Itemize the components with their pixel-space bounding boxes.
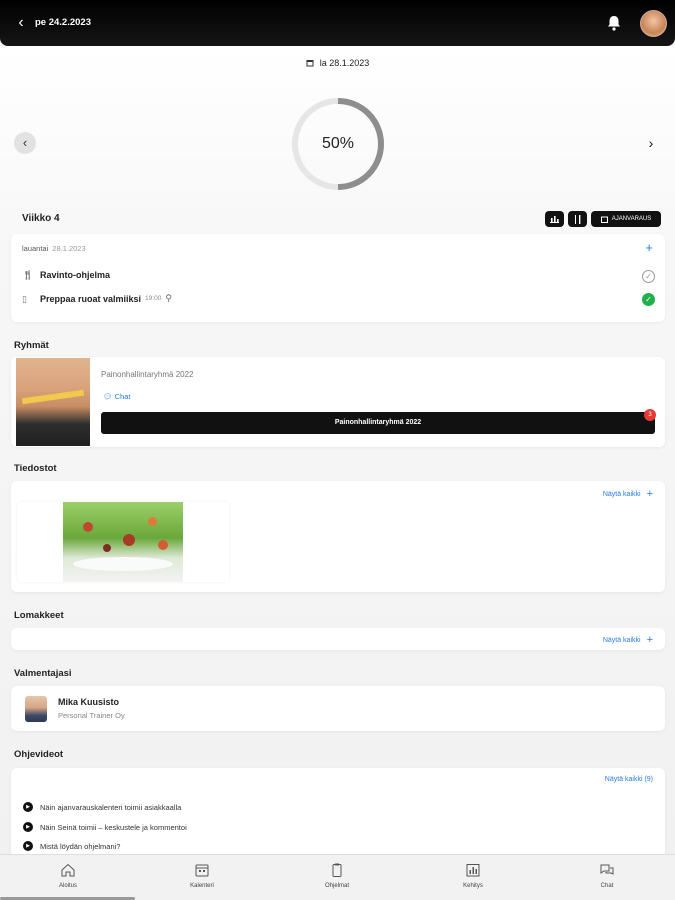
day-header: lauantai 28.1.2023 xyxy=(22,244,86,253)
tab-label: Chat xyxy=(600,883,614,889)
task-checkbox-done[interactable]: ✓ xyxy=(642,293,655,306)
group-chat-label: Chat xyxy=(114,392,131,401)
week-label: Viikko 4 xyxy=(22,213,60,224)
group-notification-badge: 3 xyxy=(644,409,656,421)
coach-avatar xyxy=(25,696,47,722)
group-open-button[interactable]: Painonhallintaryhmä 2022 xyxy=(101,412,655,434)
play-icon: ▶ xyxy=(23,822,33,832)
video-item[interactable]: ▶ Näin Seinä toimii – keskustele ja komm… xyxy=(23,822,187,832)
task-checkbox[interactable]: ✓ xyxy=(642,270,655,283)
progress-date: la 28.1.2023 xyxy=(0,58,675,68)
video-title: Näin Seinä toimii – keskustele ja kommen… xyxy=(40,822,187,832)
day-date: 28.1.2023 xyxy=(52,244,86,253)
back-arrow-icon[interactable]: ‹ xyxy=(12,14,30,32)
header-date-title: pe 24.2.2023 xyxy=(35,17,91,28)
forms-show-all-link[interactable]: Näytä kaikki + xyxy=(603,634,653,646)
tab-home[interactable]: Aloitus xyxy=(28,863,108,889)
forms-card: Näytä kaikki + xyxy=(11,628,665,650)
group-card: Painonhallintaryhmä 2022 💬︎ Chat Painonh… xyxy=(11,357,665,447)
file-thumbnail[interactable] xyxy=(17,502,229,582)
day-weekday: lauantai xyxy=(22,244,49,253)
video-title: Mistä löydän ohjelmani? xyxy=(40,841,121,851)
forms-title: Lomakkeet xyxy=(14,610,64,621)
coach-name: Mika Kuusisto xyxy=(58,697,120,707)
coach-card[interactable]: Mika Kuusisto Personal Trainer Oy xyxy=(11,686,665,731)
task-time: 19:00 xyxy=(145,295,162,302)
task-label: Preppaa ruoat valmiiksi xyxy=(40,293,142,304)
calendar-icon xyxy=(306,60,314,67)
tab-label: Kalenteri xyxy=(190,883,214,889)
booking-button[interactable]: AJANVARAUS xyxy=(591,211,661,227)
week-toolbar: AJANVARAUS xyxy=(545,211,661,227)
plus-icon: + xyxy=(646,634,653,646)
tab-label: Ohjelmat xyxy=(324,883,349,889)
video-title: Näin ajanvarauskalenteri toimii asiakkaa… xyxy=(40,802,182,812)
task-item[interactable]: ▯ Preppaa ruoat valmiiksi 19:00 ⚲ xyxy=(22,293,172,304)
coach-company: Personal Trainer Oy xyxy=(58,711,125,720)
chat-icon xyxy=(600,864,614,875)
files-card: Näytä kaikki + xyxy=(11,481,665,592)
tab-chat[interactable]: Chat xyxy=(567,863,647,889)
play-icon: ▶ xyxy=(23,841,33,851)
paperclip-icon: ⚲ xyxy=(165,293,172,303)
videos-title: Ohjevideot xyxy=(14,749,64,760)
chat-icon: 💬︎ xyxy=(103,392,113,401)
task-item[interactable]: 🍴︎ Ravinto-ohjelma xyxy=(22,270,110,280)
task-label: Ravinto-ohjelma xyxy=(40,270,111,280)
plus-icon: + xyxy=(646,488,653,500)
chart-button[interactable] xyxy=(545,211,564,227)
next-day-button[interactable]: › xyxy=(642,132,660,154)
files-show-all-label: Näytä kaikki xyxy=(602,491,641,498)
group-chat-link[interactable]: 💬︎ Chat xyxy=(103,392,130,401)
tab-calendar[interactable]: Kalenteri xyxy=(162,863,242,889)
chart-icon xyxy=(466,864,480,877)
tab-label: Aloitus xyxy=(58,883,77,889)
bottom-tab-bar: Aloitus Kalenteri Ohjelmat Kehitys Chat xyxy=(0,854,675,900)
salad-image xyxy=(63,502,183,582)
tab-programs[interactable]: Ohjelmat xyxy=(297,863,377,889)
videos-card: Näytä kaikki (9) ▶ Näin ajanvarauskalent… xyxy=(11,768,665,858)
clipboard-icon: ▯ xyxy=(22,293,27,304)
forms-show-all-label: Näytä kaikki xyxy=(602,637,641,644)
calendar-icon xyxy=(600,216,608,223)
progress-percent: 50% xyxy=(321,135,355,152)
booking-label: AJANVARAUS xyxy=(611,216,652,222)
main-content: la 28.1.2023 ‹ › 50% Viikko 4 AJANVARAUS… xyxy=(0,46,675,858)
day-card: lauantai 28.1.2023 + 🍴︎ Ravinto-ohjelma ✓… xyxy=(11,234,665,322)
groups-title: Ryhmät xyxy=(14,340,49,351)
files-show-all-link[interactable]: Näytä kaikki + xyxy=(603,488,653,500)
fork-knife-icon: 🍴︎ xyxy=(22,270,34,280)
calendar-icon xyxy=(195,864,209,877)
videos-show-all-link[interactable]: Näytä kaikki (9) xyxy=(605,776,653,783)
top-bar: ‹ pe 24.2.2023 xyxy=(0,0,675,46)
video-item[interactable]: ▶ Mistä löydän ohjelmani? xyxy=(23,841,120,851)
files-title: Tiedostot xyxy=(14,463,57,474)
fork-knife-icon xyxy=(574,214,580,224)
nutrition-button[interactable] xyxy=(568,211,587,227)
play-icon: ▶ xyxy=(23,802,33,812)
coaches-title: Valmentajasi xyxy=(14,668,72,679)
add-task-button[interactable]: + xyxy=(645,240,653,255)
previous-day-button[interactable]: ‹ xyxy=(14,132,36,154)
progress-date-text: la 28.1.2023 xyxy=(319,58,370,68)
home-icon xyxy=(61,863,75,877)
tab-progress[interactable]: Kehitys xyxy=(433,863,513,889)
group-image xyxy=(16,358,90,446)
video-item[interactable]: ▶ Näin ajanvarauskalenteri toimii asiakk… xyxy=(23,802,181,812)
group-name: Painonhallintaryhmä 2022 xyxy=(101,370,194,379)
user-avatar[interactable] xyxy=(640,10,667,37)
clipboard-icon xyxy=(332,863,342,877)
chart-icon xyxy=(550,216,559,223)
tab-label: Kehitys xyxy=(463,883,483,889)
bell-icon[interactable] xyxy=(606,14,622,32)
